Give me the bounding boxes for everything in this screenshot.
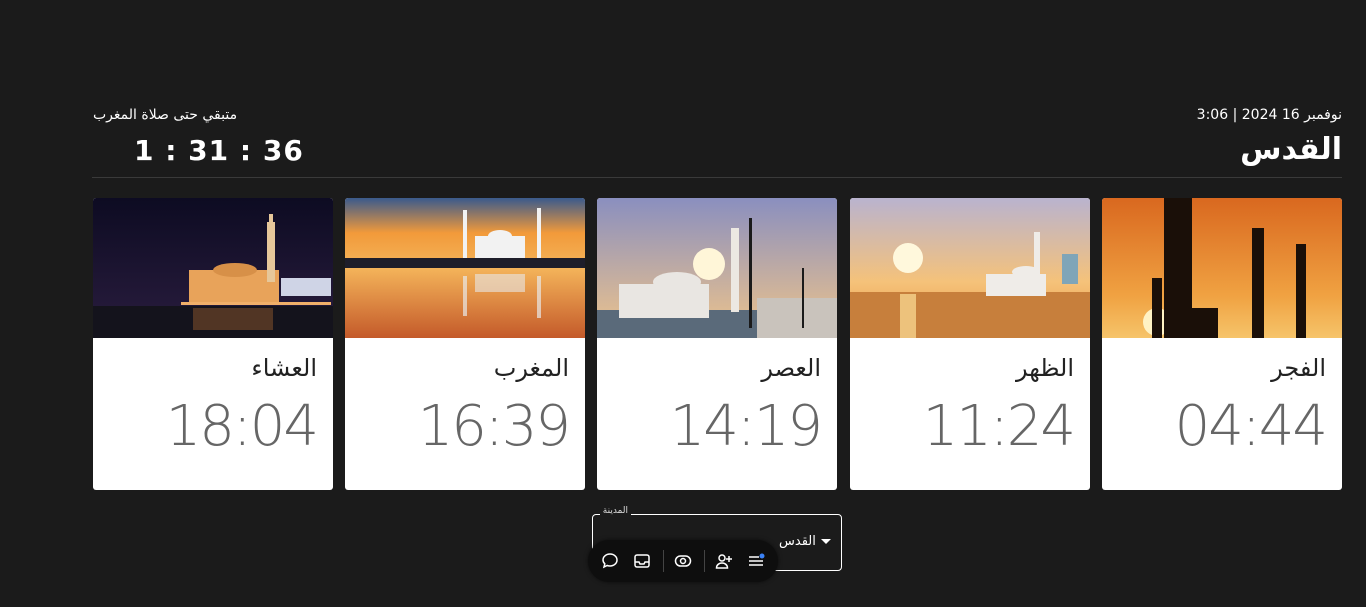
prayer-image-asr [597, 198, 837, 338]
toolbar-separator [663, 550, 664, 572]
city-select-label: المدينة [599, 506, 631, 516]
prayer-card-maghrib: المغرب 16:39 [345, 198, 585, 490]
prayer-card-isha: العشاء 18:04 [93, 198, 333, 490]
inbox-icon[interactable] [632, 551, 652, 571]
prayer-image-dhuhr [850, 198, 1090, 338]
notification-dot [759, 553, 765, 559]
chat-icon[interactable] [600, 551, 620, 571]
prayer-image-maghrib [345, 198, 585, 338]
prayer-image-fajr [1102, 198, 1342, 338]
prayer-card-dhuhr: الظهر 11:24 [850, 198, 1090, 490]
countdown-timer: 1 : 31 : 36 [134, 134, 304, 167]
menu-icon[interactable] [746, 551, 766, 571]
prayer-name: العشاء [251, 354, 317, 382]
prayer-time: 18:04 [165, 394, 319, 459]
date-time: نوفمبر 16 2024 | 3:06 [1196, 107, 1342, 123]
prayer-image-isha [93, 198, 333, 338]
caret-down-icon[interactable] [821, 539, 831, 544]
prayer-card-fajr: الفجر 04:44 [1102, 198, 1342, 490]
header-divider [92, 177, 1342, 178]
prayer-time: 04:44 [1174, 394, 1328, 459]
prayer-name: المغرب [493, 354, 569, 382]
prayer-time: 16:39 [417, 394, 571, 459]
eye-icon[interactable] [673, 551, 693, 571]
city-title: القدس [1240, 132, 1342, 167]
toolbar-separator [704, 550, 705, 572]
countdown-label: متبقي حتى صلاة المغرب [93, 107, 238, 123]
prayer-time: 14:19 [669, 394, 823, 459]
prayer-name: الظهر [1016, 354, 1074, 382]
add-user-icon[interactable] [714, 551, 734, 571]
prayer-card-asr: العصر 14:19 [597, 198, 837, 490]
floating-toolbar [588, 540, 778, 582]
prayer-time: 11:24 [922, 394, 1076, 459]
prayer-name: الفجر [1271, 354, 1326, 382]
city-select-value[interactable]: القدس [779, 534, 816, 549]
prayer-name: العصر [761, 354, 821, 382]
